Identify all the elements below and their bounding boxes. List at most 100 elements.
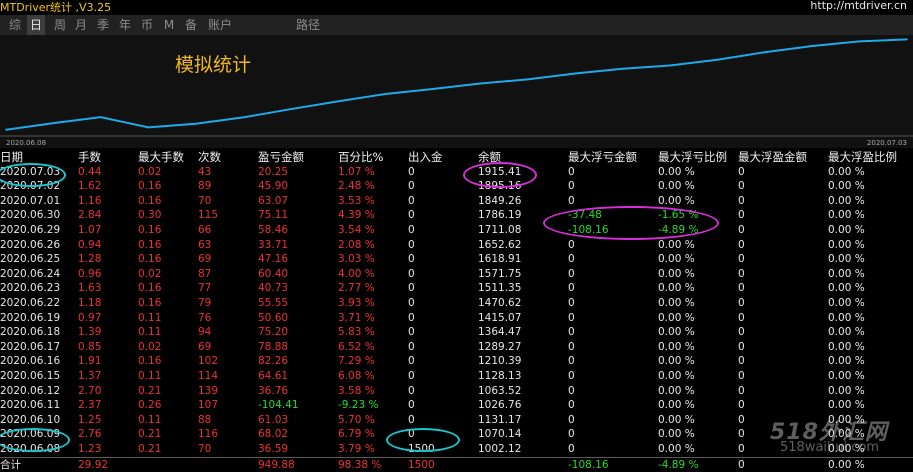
balance-point-2020.07.03 xyxy=(906,38,908,41)
cell-次数: 76 xyxy=(198,311,212,324)
balance-point-2020.06.23 xyxy=(526,78,529,81)
cell-最大手数: 0.02 xyxy=(138,340,162,353)
cell-次数: 63 xyxy=(198,238,212,251)
cell-出入金: 0 xyxy=(408,180,415,193)
cell-最大浮盈金额: 0 xyxy=(738,458,745,471)
table-header-row: 日期 手数 最大手数 次数 盈亏金额 百分比% 出入金 余额 最大浮亏金额 最大浮亏比例 最大浮盈金… xyxy=(0,150,913,165)
table-row: 2020.06.30 2.84 0.30 115 75.11 4.39 % 0 1786.19… xyxy=(0,208,913,223)
cell-次数: 70 xyxy=(198,443,212,455)
table-row: 2020.06.15 1.37 0.11 114 64.61 6.08 % 0 1128.13… xyxy=(0,369,913,384)
cell-百分比%: 百分比% xyxy=(338,150,384,164)
cell-百分比%: 7.29 % xyxy=(338,355,375,368)
cell-最大手数: 0.16 xyxy=(138,355,162,368)
cell-最大浮盈比例: 0.00 % xyxy=(828,458,865,471)
cell-出入金: 0 xyxy=(408,340,415,353)
cell-百分比%: 3.71 % xyxy=(338,311,375,324)
balance-point-2020.06.10 xyxy=(100,116,102,118)
cell-余额: 1289.27 xyxy=(478,340,522,353)
tab-7[interactable]: M xyxy=(160,15,178,35)
cell-手数: 0.96 xyxy=(78,267,102,280)
cell-最大浮盈比例: 0.00 % xyxy=(828,238,865,251)
tab-9[interactable]: 账户 xyxy=(204,15,236,35)
cell-最大浮盈金额: 0 xyxy=(738,165,745,178)
cell-最大浮盈比例: 0.00 % xyxy=(828,355,865,368)
cell-最大浮亏金额: 0 xyxy=(568,311,575,324)
cell-盈亏金额: 949.88 xyxy=(258,458,295,471)
cell-最大浮盈金额: 0 xyxy=(738,399,745,412)
cell-次数: 69 xyxy=(198,253,212,266)
cell-最大浮盈比例: 0.00 % xyxy=(828,297,865,309)
cell-最大浮亏金额: 0 xyxy=(568,253,575,266)
cell-次数: 66 xyxy=(198,224,212,236)
cell-百分比%: 98.38 % xyxy=(338,458,382,471)
balance-point-2020.06.22 xyxy=(479,82,482,85)
tab-3[interactable]: 月 xyxy=(72,15,90,35)
cell-日期: 2020.06.22 xyxy=(0,297,61,309)
cell-百分比%: 3.54 % xyxy=(338,224,375,236)
tab-5[interactable]: 年 xyxy=(116,15,134,35)
cell-日期: 2020.06.18 xyxy=(0,326,61,339)
cell-最大浮亏比例: 0.00 % xyxy=(658,180,695,193)
cell-日期: 2020.06.10 xyxy=(0,413,61,426)
cell-最大浮盈金额: 0 xyxy=(738,180,745,193)
cell-最大浮亏比例: 最大浮亏比例 xyxy=(658,150,727,164)
title-bar: MTDriver统计 ,V3.25 http://mtdriver.cn xyxy=(0,0,913,14)
cell-次数: 79 xyxy=(198,297,212,309)
cell-最大浮盈比例: 最大浮盈比例 xyxy=(828,150,897,164)
tab-6[interactable]: 币 xyxy=(138,15,156,35)
tab-1[interactable]: 日 xyxy=(27,15,45,35)
cell-次数: 114 xyxy=(198,370,219,382)
cell-最大浮盈比例: 0.00 % xyxy=(828,267,865,280)
chart-title: 模拟统计 xyxy=(175,54,252,76)
cell-最大浮亏金额: 0 xyxy=(568,165,575,178)
cell-盈亏金额: 36.76 xyxy=(258,384,289,397)
balance-point-2020.06.24 xyxy=(574,72,576,75)
cell-次数: 70 xyxy=(198,194,212,207)
tab-0[interactable]: 综 xyxy=(6,15,24,35)
cell-最大手数: 0.26 xyxy=(138,399,162,412)
cell-盈亏金额: 82.26 xyxy=(258,355,289,368)
cell-盈亏金额: 64.61 xyxy=(258,370,289,382)
cell-百分比%: 1.07 % xyxy=(338,165,375,178)
cell-次数: 107 xyxy=(198,399,219,412)
cell-余额: 1511.35 xyxy=(478,282,522,295)
cell-百分比%: 6.52 % xyxy=(338,340,375,353)
cell-日期: 日期 xyxy=(0,150,23,164)
tab-8[interactable]: 备 xyxy=(182,15,200,35)
cell-余额: 1618.91 xyxy=(478,253,522,266)
chart-end-date: 2020.07.03 xyxy=(866,139,907,147)
cell-最大浮盈比例: 0.00 % xyxy=(828,340,865,353)
cell-百分比%: 3.53 % xyxy=(338,194,375,207)
balance-point-2020.07.02 xyxy=(858,40,861,43)
cell-最大浮亏金额: 0 xyxy=(568,194,575,207)
cell-次数: 116 xyxy=(198,428,219,441)
cell-最大浮亏比例: 0.00 % xyxy=(658,194,695,207)
tab-route[interactable]: 路径 xyxy=(296,15,320,35)
cell-最大浮盈金额: 0 xyxy=(738,282,745,295)
table-row: 2020.06.23 1.63 0.16 77 40.73 2.77 % 0 1511.35 0… xyxy=(0,281,913,296)
cell-盈亏金额: 63.07 xyxy=(258,194,289,207)
tab-2[interactable]: 周 xyxy=(51,15,69,35)
cell-百分比%: 2.08 % xyxy=(338,238,375,251)
cell-出入金: 0 xyxy=(408,267,415,280)
cell-次数: 102 xyxy=(198,355,219,368)
cell-最大手数: 0.21 xyxy=(138,443,162,455)
cell-最大浮盈金额: 0 xyxy=(738,384,745,397)
cell-最大浮亏金额: 最大浮亏金额 xyxy=(568,150,637,164)
balance-point-2020.06.16 xyxy=(289,108,292,110)
cell-次数: 77 xyxy=(198,282,212,295)
cell-出入金: 0 xyxy=(408,194,415,207)
balance-point-2020.06.18 xyxy=(384,93,387,95)
site-url-link[interactable]: http://mtdriver.cn xyxy=(810,0,907,12)
cell-最大手数: 0.11 xyxy=(138,326,162,339)
tab-4[interactable]: 季 xyxy=(94,15,112,35)
cell-最大浮亏金额: 0 xyxy=(568,340,575,353)
cell-盈亏金额: 36.59 xyxy=(258,443,289,455)
chart-start-date: 2020.06.08 xyxy=(6,139,47,147)
watermark-sub: 518waihui.com xyxy=(780,440,880,455)
cell-次数: 139 xyxy=(198,384,219,397)
cell-余额: 1470.62 xyxy=(478,297,522,309)
cell-余额: 1131.17 xyxy=(478,413,522,426)
cell-次数: 69 xyxy=(198,340,212,353)
cell-最大浮盈比例: 0.00 % xyxy=(828,180,865,193)
